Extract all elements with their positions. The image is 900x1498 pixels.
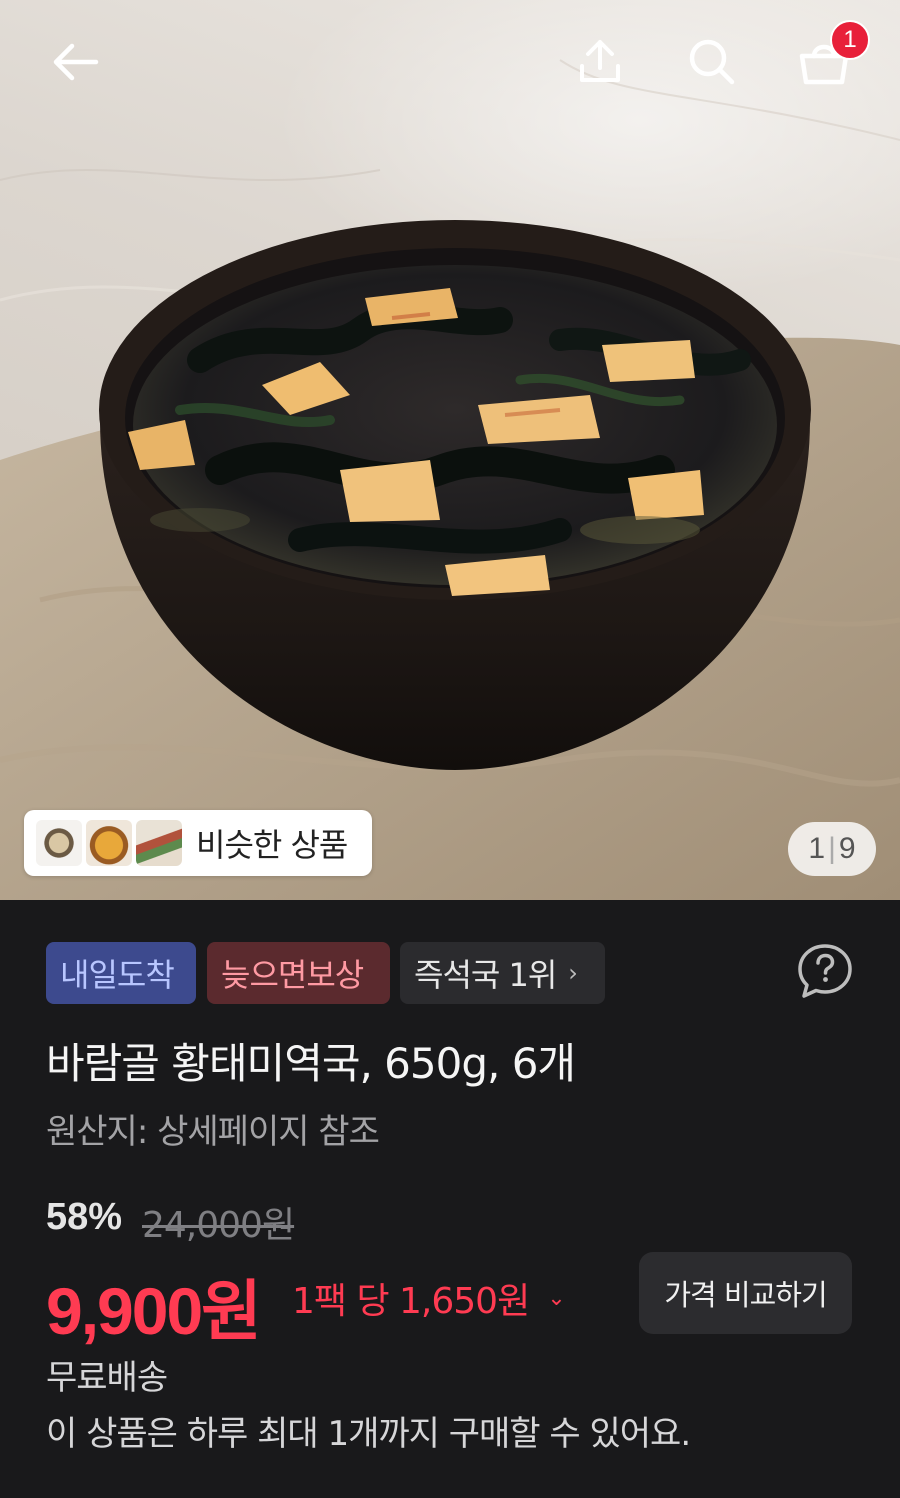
rank-label: 즉석국 1위 xyxy=(414,956,557,994)
page-separator: | xyxy=(828,832,836,865)
unit-price-label: 1팩 당 1,650원 xyxy=(292,1281,530,1322)
product-origin: 원산지: 상세페이지 참조 xyxy=(46,1112,380,1152)
product-photo xyxy=(0,59,900,900)
search-button[interactable] xyxy=(680,30,744,94)
sale-price: 9,900원 xyxy=(46,1274,262,1348)
similar-thumbnail xyxy=(36,820,82,866)
search-icon xyxy=(689,39,735,85)
shipping-label: 무료배송 xyxy=(46,1358,168,1398)
product-image-gallery[interactable]: 1 비슷한 상품 1 | 9 xyxy=(0,0,900,900)
share-upload-icon xyxy=(580,40,620,82)
similar-products-button[interactable]: 비슷한 상품 xyxy=(24,810,372,876)
chevron-down-icon: ⌄ xyxy=(547,1285,565,1311)
chevron-right-icon: › xyxy=(568,959,578,987)
similar-thumbnail xyxy=(86,820,132,866)
original-price: 24,000원 xyxy=(142,1205,295,1246)
question-bubble-icon xyxy=(798,944,852,998)
category-rank-badge[interactable]: 즉석국 1위 › xyxy=(400,942,605,1004)
back-button[interactable] xyxy=(44,30,108,94)
discount-rate: 58% xyxy=(46,1196,123,1238)
cart-count-badge: 1 xyxy=(830,20,870,60)
late-compensation-badge[interactable]: 늦으면보상 xyxy=(207,942,390,1004)
price-compare-button[interactable]: 가격 비교하기 xyxy=(639,1252,852,1334)
current-page: 1 xyxy=(808,832,826,865)
arrow-left-icon xyxy=(53,43,99,81)
share-button[interactable] xyxy=(568,30,632,94)
help-button[interactable] xyxy=(795,941,855,1001)
total-pages: 9 xyxy=(838,832,856,865)
image-page-indicator: 1 | 9 xyxy=(788,822,876,876)
product-title: 바람골 황태미역국, 650g, 6개 xyxy=(46,1039,576,1088)
similar-thumbnail xyxy=(136,820,182,866)
purchase-limit-notice: 이 상품은 하루 최대 1개까지 구매할 수 있어요. xyxy=(46,1414,691,1454)
tomorrow-delivery-badge[interactable]: 내일도착 xyxy=(46,942,196,1004)
unit-price-dropdown[interactable]: 1팩 당 1,650원 ⌄ xyxy=(292,1272,566,1324)
similar-products-label: 비슷한 상품 xyxy=(196,826,348,864)
